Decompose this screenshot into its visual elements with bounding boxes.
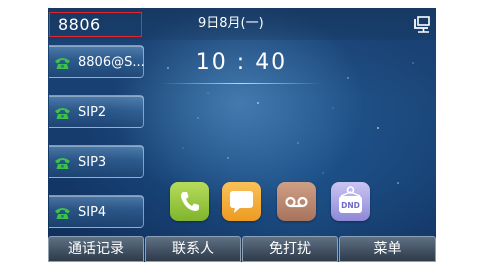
- line-key-label: SIP2: [78, 105, 107, 120]
- line-key-label: SIP4: [78, 205, 107, 220]
- line-key-2[interactable]: SIP2: [49, 95, 144, 128]
- status-bar: 8806 9日8月(一): [48, 8, 436, 40]
- line-key-label: 8806@S...: [78, 55, 145, 70]
- date-label: 9日8月(一): [198, 16, 264, 31]
- phone-icon: [55, 58, 70, 69]
- dnd-label: DND: [341, 201, 360, 210]
- softkey-contacts[interactable]: 联系人: [145, 236, 241, 262]
- clock-divider: [160, 83, 323, 84]
- line-key-1[interactable]: 8806@S...: [49, 45, 145, 78]
- softkey-menu[interactable]: 菜单: [339, 236, 436, 262]
- account-label: 8806: [58, 15, 101, 34]
- phone-icon: [55, 108, 70, 119]
- clock: 10 : 40: [160, 46, 323, 86]
- softkey-call-history[interactable]: 通话记录: [48, 236, 144, 262]
- line-key-3[interactable]: SIP3: [49, 145, 144, 178]
- phone-app-icon[interactable]: [170, 182, 209, 221]
- voicemail-icon: [285, 196, 308, 208]
- door-hanger-icon: DND: [339, 186, 362, 213]
- phone-icon: [55, 208, 70, 219]
- line-key-4[interactable]: SIP4: [49, 195, 144, 228]
- account-selector[interactable]: 8806: [49, 12, 142, 37]
- softkey-bar: 通话记录 联系人 免打扰 菜单: [48, 236, 436, 262]
- message-app-icon[interactable]: [222, 182, 261, 221]
- phone-screen: 8806 9日8月(一) 10 : 40 8806@S... SIP2 SIP3…: [48, 8, 436, 262]
- time-label: 10 : 40: [195, 50, 288, 75]
- network-monitor-icon: [414, 16, 430, 33]
- speech-bubble-icon: [230, 191, 253, 213]
- voicemail-app-icon[interactable]: [277, 182, 316, 221]
- handset-icon: [180, 192, 199, 211]
- phone-icon: [55, 158, 70, 169]
- softkey-dnd[interactable]: 免打扰: [242, 236, 338, 262]
- dnd-app-icon[interactable]: DND: [331, 182, 370, 221]
- line-key-label: SIP3: [78, 155, 107, 170]
